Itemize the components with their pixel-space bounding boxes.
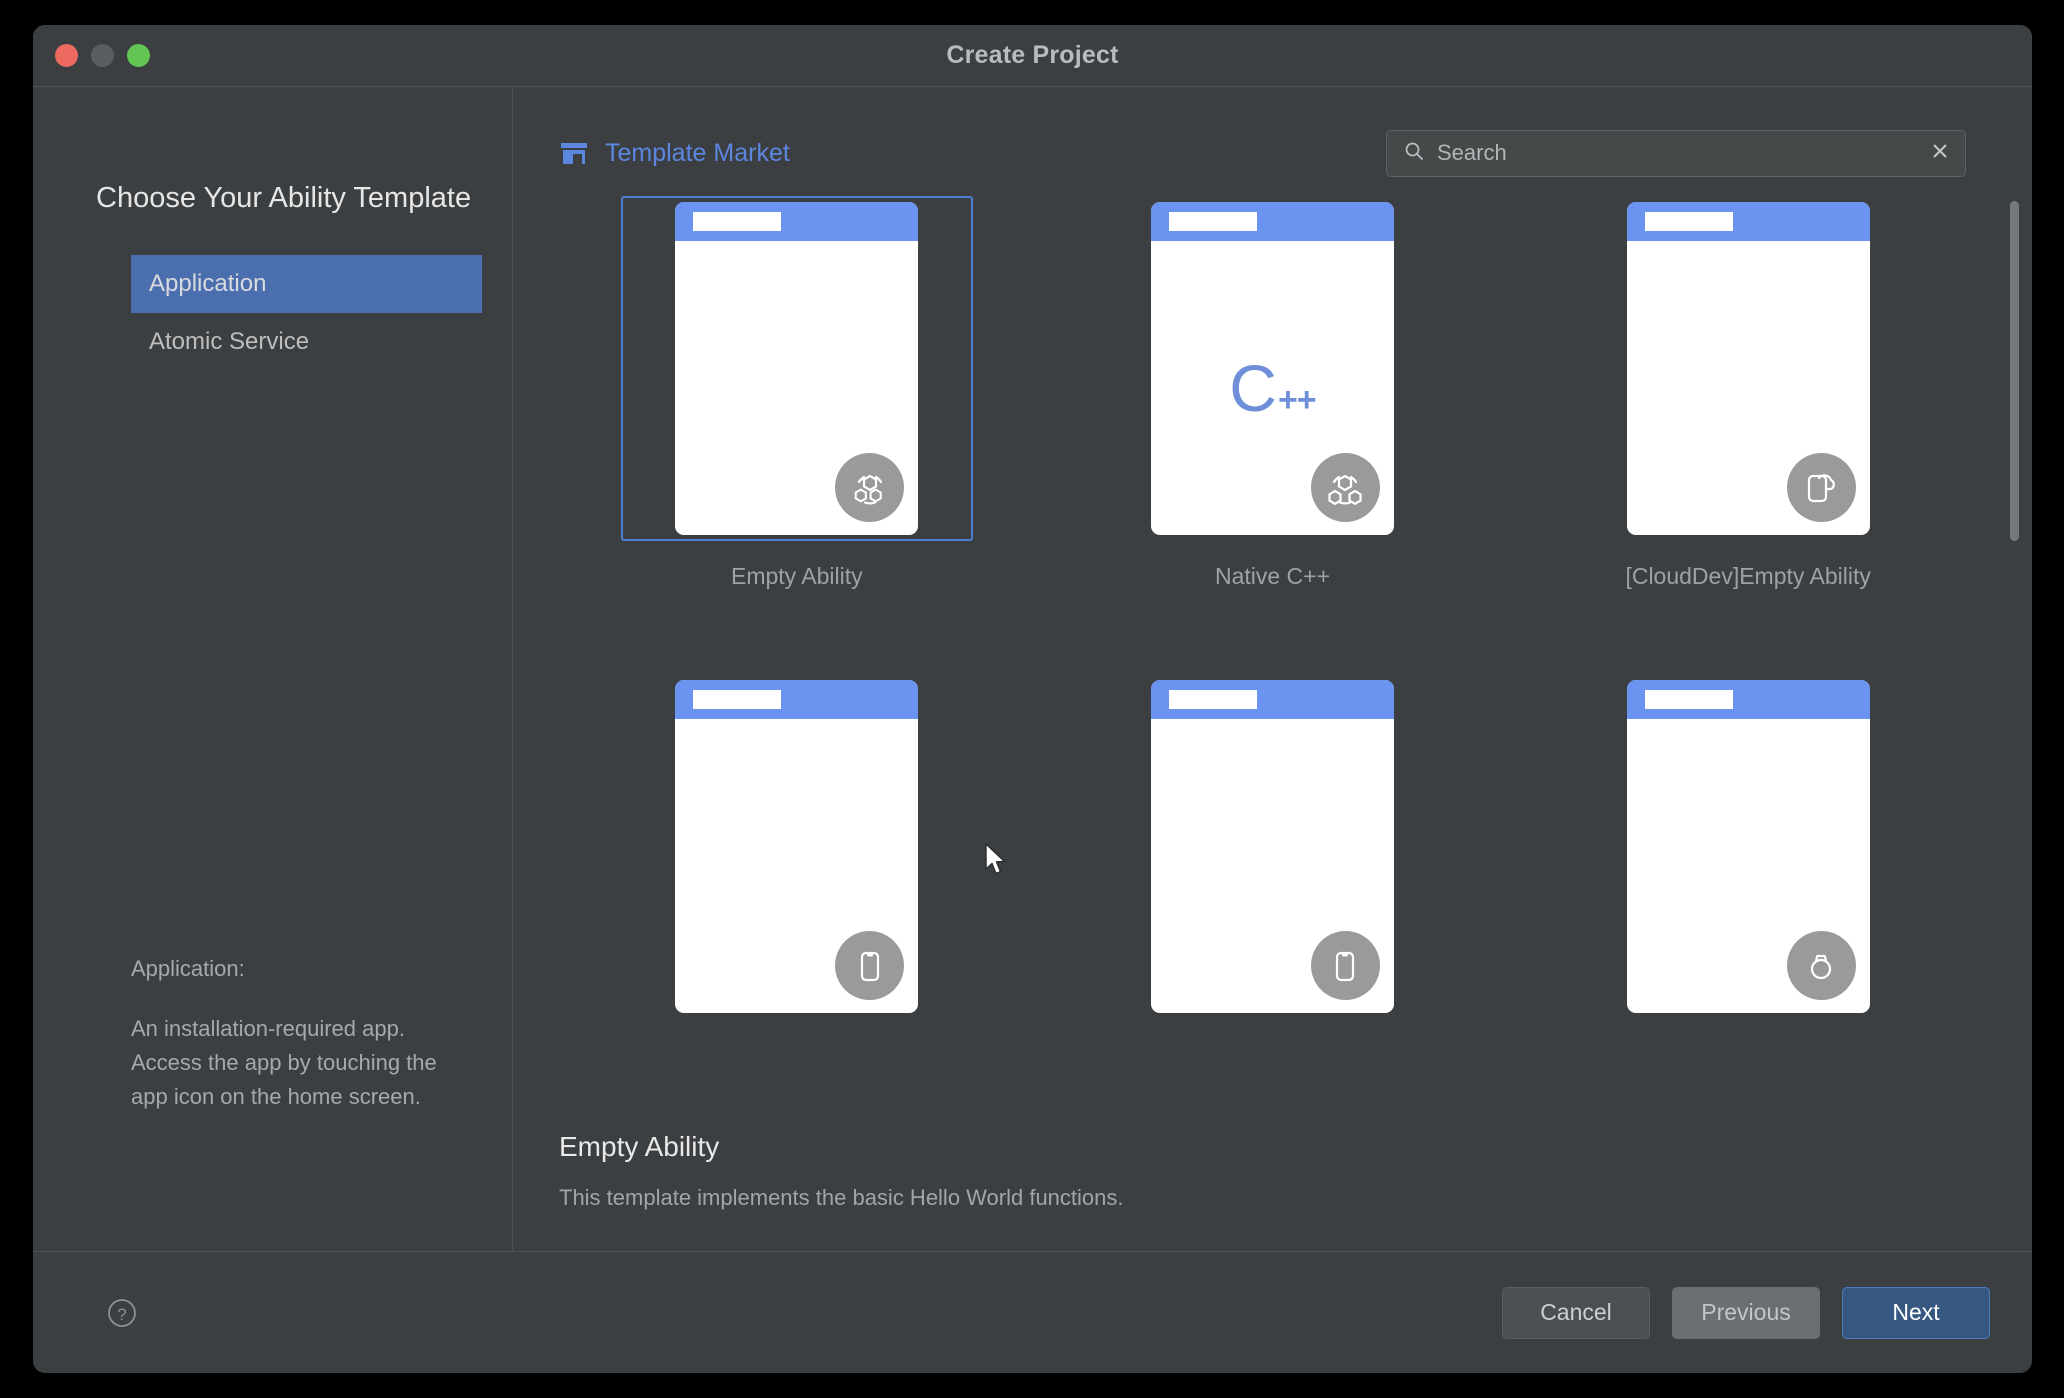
template-card[interactable] <box>1510 674 1986 1041</box>
phone-screen <box>675 241 918 535</box>
phone-mockup <box>675 202 919 535</box>
phone-title-placeholder <box>1644 212 1733 231</box>
dialog-content: Choose Your Ability Template Application… <box>33 87 2032 1251</box>
template-card-frame-row2-3[interactable] <box>1572 674 1924 1019</box>
template-detail-title: Empty Ability <box>559 1131 720 1162</box>
sidebar-description-title: Application: <box>131 955 245 981</box>
phone-header <box>1626 680 1870 719</box>
phone-header <box>675 680 919 719</box>
svg-text:?: ? <box>117 1305 126 1324</box>
template-card[interactable] <box>559 674 1035 1041</box>
phone-title-placeholder <box>1644 690 1733 709</box>
template-card-frame-native-cpp[interactable]: C ++ <box>1096 196 1448 541</box>
window-title: Create Project <box>946 41 1119 69</box>
cpp-plus: ++ <box>1277 381 1317 419</box>
phone-mockup <box>1150 680 1394 1013</box>
phone-screen <box>1627 241 1870 535</box>
sidebar-item-atomic-service[interactable]: Atomic Service <box>131 313 482 371</box>
sidebar-description-body: An installation-required app. Access the… <box>131 1015 437 1109</box>
template-market-link[interactable]: Template Market <box>559 139 790 168</box>
phone-mockup <box>1626 202 1870 535</box>
template-market-row: Template Market <box>513 87 2032 191</box>
sidebar: Choose Your Ability Template Application… <box>33 87 513 1251</box>
create-project-dialog: Create Project Choose Your Ability Templ… <box>33 25 2032 1373</box>
phone-header <box>1150 202 1394 241</box>
storefront-icon <box>559 140 589 166</box>
phone-screen <box>675 719 918 1013</box>
template-detail-description: This template implements the basic Hello… <box>559 1185 1124 1210</box>
phone-screen <box>1151 719 1394 1013</box>
template-pane: Template Market Search Empty Ability C +… <box>513 87 2032 1251</box>
phone-mockup <box>1626 680 1870 1013</box>
phone-title-placeholder <box>693 212 782 231</box>
phone-cloud-icon <box>1786 453 1856 522</box>
cancel-button[interactable]: Cancel <box>1502 1286 1650 1339</box>
template-card-label: [CloudDev]Empty Ability <box>1625 563 1871 589</box>
dialog-footer: ? Cancel Previous Next <box>33 1251 2032 1373</box>
template-card[interactable]: C ++ Native C++ <box>1035 196 1511 590</box>
sidebar-item-label: Atomic Service <box>149 328 310 355</box>
window-titlebar: Create Project <box>33 25 2032 87</box>
sidebar-item-label: Application <box>149 270 267 297</box>
sidebar-item-application[interactable]: Application <box>131 255 482 313</box>
template-card[interactable]: Empty Ability <box>559 196 1035 590</box>
next-button[interactable]: Next <box>1842 1286 1990 1339</box>
template-detail: Empty Ability This template implements t… <box>513 1107 2032 1251</box>
template-card-frame-empty-ability[interactable] <box>620 196 973 541</box>
sidebar-description: Application: An installation-required ap… <box>131 952 470 1114</box>
previous-button[interactable]: Previous <box>1672 1286 1820 1339</box>
template-grid-scroll: Empty Ability C ++ Native C++ [CloudDev]… <box>513 191 2032 1107</box>
search-input[interactable] <box>1437 140 1916 166</box>
template-card[interactable]: [CloudDev]Empty Ability <box>1510 196 1986 590</box>
help-icon[interactable]: ? <box>105 1296 139 1330</box>
scrollbar-thumb[interactable] <box>2010 201 2019 541</box>
template-card-frame-row2-2[interactable] <box>1096 674 1448 1019</box>
template-market-label: Template Market <box>605 138 790 167</box>
watch-icon <box>1786 931 1856 1000</box>
phone-title-placeholder <box>1168 212 1257 231</box>
phone-header <box>1150 680 1394 719</box>
phone-header <box>675 202 919 241</box>
phone-screen <box>1627 719 1870 1013</box>
category-list: Application Atomic Service <box>33 255 512 371</box>
search-icon <box>1404 141 1424 166</box>
phone-mockup: C ++ <box>1150 202 1394 535</box>
phone-title-placeholder <box>693 690 782 709</box>
cpp-logo-icon: C ++ <box>1229 351 1317 425</box>
dialog-body: Choose Your Ability Template Application… <box>33 87 2032 1373</box>
footer-buttons: Cancel Previous Next <box>1502 1286 1990 1339</box>
template-card-frame-row2-1[interactable] <box>621 674 973 1019</box>
template-card-frame-clouddev-empty-ability[interactable] <box>1572 196 1924 541</box>
close-icon[interactable] <box>1929 140 1951 167</box>
phone-icon <box>835 931 905 1000</box>
phone-icon <box>1310 931 1380 1000</box>
phone-screen: C ++ <box>1151 241 1394 535</box>
vertical-scrollbar[interactable] <box>2008 199 2020 1099</box>
atom-icon <box>835 453 905 522</box>
page-title: Choose Your Ability Template <box>96 182 472 214</box>
template-card-label: Empty Ability <box>731 563 863 589</box>
phone-header <box>1626 202 1870 241</box>
cpp-letter: C <box>1229 351 1277 425</box>
template-grid: Empty Ability C ++ Native C++ [CloudDev]… <box>559 191 1986 1041</box>
template-card[interactable] <box>1035 674 1511 1041</box>
phone-mockup <box>675 680 919 1013</box>
atom-icon <box>1310 453 1380 522</box>
search-box[interactable] <box>1386 129 1966 177</box>
phone-title-placeholder <box>1168 690 1257 709</box>
template-card-label: Native C++ <box>1214 563 1331 589</box>
